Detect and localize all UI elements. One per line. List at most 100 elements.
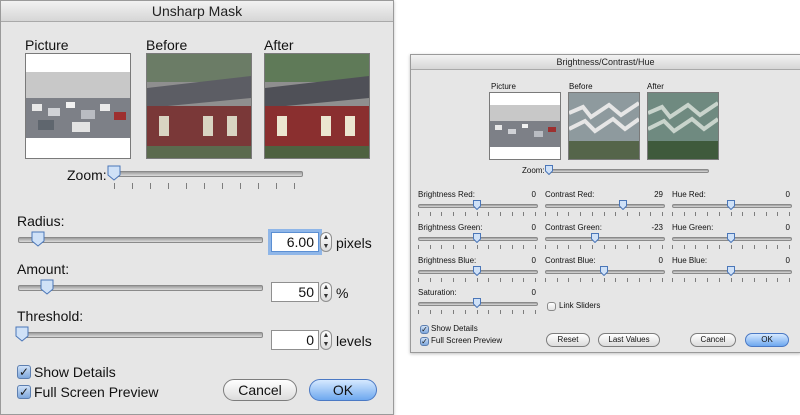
slider-tick <box>557 212 558 216</box>
slider-knob[interactable] <box>727 233 735 243</box>
slider-tick <box>789 212 790 216</box>
show-details-checkbox[interactable]: ✓ <box>420 325 429 334</box>
slider-tick <box>465 245 466 249</box>
picture-preview[interactable] <box>25 53 131 159</box>
zoom-slider-track[interactable] <box>111 171 303 177</box>
slider-row: Brightness Red: 0 <box>418 190 538 218</box>
cancel-button[interactable]: Cancel <box>223 379 297 401</box>
threshold-unit: levels <box>336 333 372 349</box>
unsharp-mask-dialog: Unsharp Mask Picture Before After Zoom: … <box>0 0 394 415</box>
zoom-slider-track[interactable] <box>547 169 709 173</box>
slider-tick <box>580 245 581 249</box>
after-preview[interactable] <box>264 53 370 159</box>
threshold-stepper[interactable]: ▲ ▼ <box>320 330 332 350</box>
zoom-tick <box>114 183 115 189</box>
full-screen-checkbox[interactable]: ✓ <box>17 385 31 399</box>
slider-tick <box>639 212 640 216</box>
slider-track[interactable] <box>545 204 665 208</box>
amount-slider-track[interactable] <box>18 285 263 291</box>
cancel-button[interactable]: Cancel <box>690 333 736 347</box>
zoom-ticks <box>114 183 299 189</box>
dialog-title: Brightness/Contrast/Hue <box>556 57 655 67</box>
after-preview[interactable] <box>647 92 719 160</box>
slider-tick <box>766 278 767 282</box>
radius-field[interactable]: 6.00 <box>271 232 319 252</box>
amount-field[interactable]: 50 <box>271 282 319 302</box>
slider-tick <box>441 245 442 249</box>
amount-stepper[interactable]: ▲ ▼ <box>320 282 332 302</box>
slider-tick <box>672 278 673 282</box>
slider-knob[interactable] <box>473 266 481 276</box>
slider-knob[interactable] <box>473 233 481 243</box>
radius-slider-track[interactable] <box>18 237 263 243</box>
slider-knob[interactable] <box>727 200 735 210</box>
zoom-tick <box>258 183 259 189</box>
slider-value: 0 <box>531 256 536 265</box>
slider-knob[interactable] <box>591 233 599 243</box>
zoom-tick <box>294 183 295 189</box>
slider-row: Contrast Green: -23 <box>545 223 665 251</box>
zoom-slider-knob[interactable] <box>107 165 121 181</box>
slider-tick <box>523 278 524 282</box>
slider-tick <box>453 310 454 314</box>
ok-button[interactable]: OK <box>745 333 789 347</box>
slider-knob[interactable] <box>600 266 608 276</box>
slider-tick <box>627 278 628 282</box>
radius-stepper[interactable]: ▲ ▼ <box>320 232 332 252</box>
zoom-slider-knob[interactable] <box>545 165 553 175</box>
reset-button[interactable]: Reset <box>546 333 590 347</box>
slider-tick <box>465 278 466 282</box>
slider-tick <box>707 245 708 249</box>
slider-track[interactable] <box>545 237 665 241</box>
picture-preview[interactable] <box>489 92 561 160</box>
ok-button[interactable]: OK <box>309 379 377 401</box>
slider-tick <box>453 245 454 249</box>
before-label: Before <box>569 82 593 91</box>
before-image <box>569 93 639 159</box>
slider-tick <box>418 278 419 282</box>
slider-knob[interactable] <box>473 298 481 308</box>
town-image <box>490 93 560 159</box>
slider-tick <box>500 278 501 282</box>
slider-tick <box>742 278 743 282</box>
threshold-field[interactable]: 0 <box>271 330 319 350</box>
slider-value: 0 <box>658 256 663 265</box>
threshold-label: Threshold: <box>17 308 84 324</box>
amount-slider-knob[interactable] <box>40 279 54 295</box>
slider-tick <box>441 278 442 282</box>
slider-tick <box>662 245 663 249</box>
slider-tick <box>777 245 778 249</box>
zoom-tick <box>150 183 151 189</box>
slider-label: Contrast Red: <box>545 190 595 199</box>
slider-tick <box>604 245 605 249</box>
slider-label: Contrast Blue: <box>545 256 596 265</box>
zoom-tick <box>276 183 277 189</box>
slider-tick <box>535 278 536 282</box>
slider-knob[interactable] <box>619 200 627 210</box>
link-sliders-checkbox[interactable] <box>547 302 556 311</box>
slider-tick <box>430 310 431 314</box>
slider-tick <box>789 245 790 249</box>
before-preview[interactable] <box>146 53 252 159</box>
dialog-titlebar: Unsharp Mask <box>1 1 393 22</box>
zoom-tick <box>222 183 223 189</box>
slider-value: 0 <box>785 256 790 265</box>
slider-knob[interactable] <box>473 200 481 210</box>
zoom-label: Zoom: <box>67 167 107 183</box>
slider-tick <box>500 310 501 314</box>
slider-tick <box>766 245 767 249</box>
full-screen-checkbox[interactable]: ✓ <box>420 337 429 346</box>
slider-label: Hue Blue: <box>672 256 708 265</box>
last-values-button[interactable]: Last Values <box>598 333 660 347</box>
radius-slider-knob[interactable] <box>31 231 45 247</box>
threshold-slider-knob[interactable] <box>15 326 29 342</box>
slider-knob[interactable] <box>727 266 735 276</box>
show-details-checkbox[interactable]: ✓ <box>17 365 31 379</box>
slider-label: Brightness Blue: <box>418 256 477 265</box>
slider-tick <box>512 212 513 216</box>
slider-tick <box>604 278 605 282</box>
threshold-slider-track[interactable] <box>18 332 263 338</box>
before-preview[interactable] <box>568 92 640 160</box>
slider-tick <box>453 212 454 216</box>
slider-tick <box>500 245 501 249</box>
